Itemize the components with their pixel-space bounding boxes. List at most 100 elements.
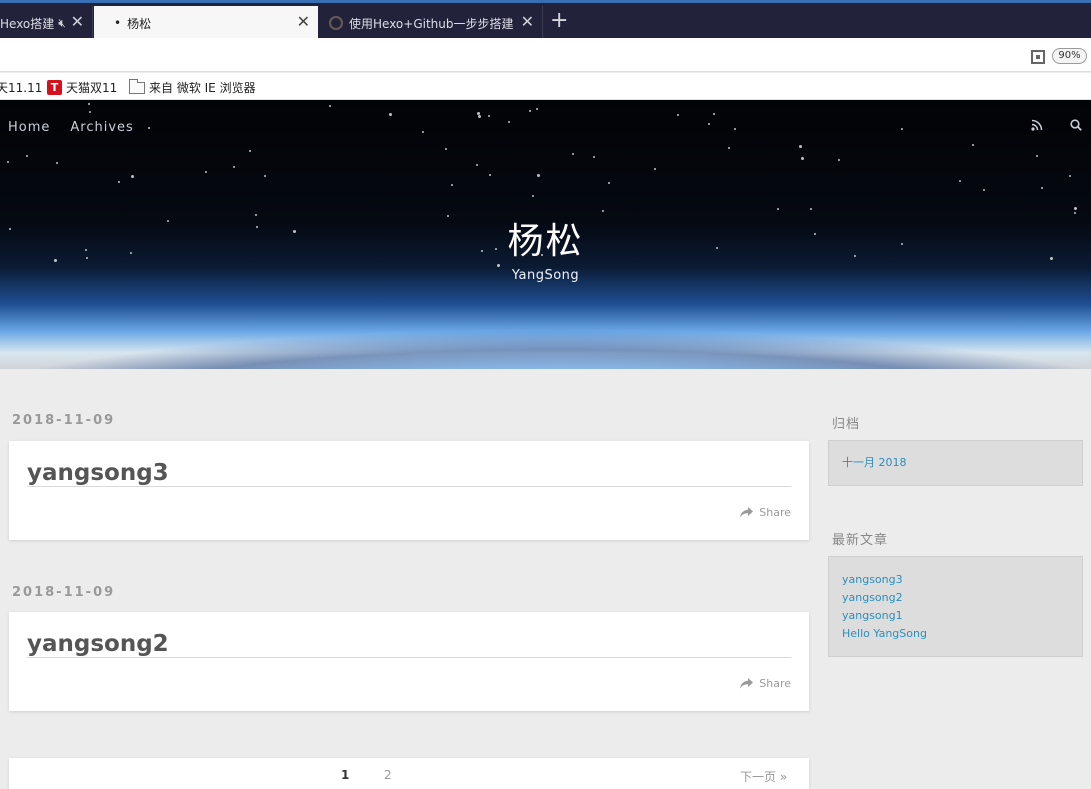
star bbox=[56, 162, 58, 164]
tab-label: 使用Hexo+Github一步步搭建 bbox=[349, 16, 514, 31]
bookmark-item-tmall[interactable]: T 天猫双11 bbox=[47, 79, 117, 96]
close-icon[interactable]: ✕ bbox=[521, 14, 534, 30]
share-button[interactable]: Share bbox=[740, 677, 791, 690]
page-number[interactable]: 2 bbox=[384, 768, 392, 782]
bookmarks-bar: 天11.11 T 天猫双11 来自 微软 IE 浏览器 bbox=[0, 73, 1091, 100]
star bbox=[205, 171, 207, 173]
star bbox=[148, 127, 150, 129]
star bbox=[7, 161, 9, 163]
bookmark-folder-ie[interactable]: 来自 微软 IE 浏览器 bbox=[129, 78, 256, 96]
star bbox=[118, 181, 120, 183]
site-subtitle: YangSong bbox=[511, 268, 580, 283]
star bbox=[26, 155, 28, 157]
star bbox=[608, 182, 610, 184]
star bbox=[422, 131, 424, 133]
share-icon bbox=[740, 507, 754, 518]
recent-post-link[interactable]: yangsong3 bbox=[842, 571, 1069, 589]
star bbox=[445, 148, 447, 150]
star bbox=[489, 174, 491, 176]
star bbox=[959, 180, 961, 182]
share-button[interactable]: Share bbox=[740, 506, 791, 519]
star bbox=[249, 150, 251, 152]
folder-icon bbox=[129, 78, 145, 94]
nav-archives[interactable]: Archives bbox=[70, 120, 133, 135]
next-page-link[interactable]: 下一页 » bbox=[740, 768, 787, 785]
post-card: yangsong3 Share bbox=[9, 441, 809, 540]
pagination: 1 2 下一页 » bbox=[9, 758, 809, 789]
bookmark-item[interactable]: 天11.11 bbox=[0, 79, 42, 96]
star bbox=[799, 145, 802, 148]
star bbox=[983, 189, 985, 191]
tab-yangsong[interactable]: • 杨松 ✕ bbox=[94, 6, 318, 40]
star bbox=[1036, 155, 1038, 157]
zoom-level[interactable]: 90% bbox=[1052, 48, 1087, 64]
star bbox=[972, 144, 974, 146]
divider bbox=[27, 486, 791, 487]
star bbox=[497, 264, 500, 267]
qr-code-icon[interactable] bbox=[1031, 50, 1045, 64]
bookmark-label: 来自 微软 IE 浏览器 bbox=[149, 81, 256, 95]
star bbox=[451, 184, 453, 186]
widget-title-archive: 归档 bbox=[832, 417, 861, 432]
recent-posts-widget: yangsong3 yangsong2 yangsong1 Hello Yang… bbox=[828, 556, 1083, 657]
site-banner: Home Archives 杨松 YangSong bbox=[0, 100, 1091, 369]
star bbox=[389, 113, 392, 116]
star bbox=[477, 112, 480, 115]
main-nav: Home Archives bbox=[8, 120, 134, 135]
tab-label: 杨松 bbox=[127, 16, 152, 31]
post-date[interactable]: 2018-11-09 bbox=[12, 413, 115, 428]
star bbox=[329, 105, 331, 107]
tab-hexo-github[interactable]: 使用Hexo+Github一步步搭建 ✕ bbox=[319, 6, 543, 40]
nav-home[interactable]: Home bbox=[8, 120, 50, 135]
star bbox=[89, 111, 91, 113]
star bbox=[901, 128, 903, 130]
share-label: Share bbox=[759, 506, 791, 519]
star bbox=[1074, 207, 1077, 210]
star bbox=[264, 175, 266, 177]
star bbox=[838, 159, 840, 161]
tab-hexo[interactable]: Hexo搭建 🔇︎ ✕ bbox=[0, 6, 93, 40]
new-tab-button[interactable]: + bbox=[550, 9, 568, 33]
star bbox=[708, 123, 710, 125]
star bbox=[529, 110, 531, 112]
star bbox=[1041, 187, 1043, 189]
post-card: yangsong2 Share bbox=[9, 612, 809, 711]
recent-post-link[interactable]: yangsong1 bbox=[842, 607, 1069, 625]
recent-post-link[interactable]: yangsong2 bbox=[842, 589, 1069, 607]
star bbox=[476, 164, 478, 166]
search-icon[interactable] bbox=[1070, 119, 1082, 131]
star bbox=[532, 195, 534, 197]
star bbox=[537, 174, 540, 177]
address-bar: 90% bbox=[0, 38, 1091, 72]
archive-link[interactable]: 十一月 2018 bbox=[842, 454, 1069, 472]
star bbox=[677, 114, 679, 116]
star bbox=[88, 103, 90, 105]
rss-icon[interactable] bbox=[1031, 119, 1043, 131]
star bbox=[233, 166, 235, 168]
post-title[interactable]: yangsong3 bbox=[27, 460, 169, 486]
tmall-icon: T bbox=[47, 80, 62, 95]
bookmark-label: 天11.11 bbox=[0, 81, 43, 95]
muted-speaker-icon[interactable]: 🔇︎ bbox=[58, 16, 66, 31]
bookmark-label: 天猫双11 bbox=[66, 81, 118, 95]
close-icon[interactable]: ✕ bbox=[71, 14, 84, 30]
page-number-current: 1 bbox=[341, 768, 350, 782]
star bbox=[488, 115, 490, 117]
star bbox=[508, 121, 510, 123]
site-title[interactable]: 杨松 bbox=[0, 212, 1091, 264]
star bbox=[1069, 175, 1071, 177]
tab-favicon-icon bbox=[329, 16, 343, 30]
browser-tab-bar: Hexo搭建 🔇︎ ✕ • 杨松 ✕ 使用Hexo+Github一步步搭建 ✕ … bbox=[0, 0, 1091, 40]
post-title[interactable]: yangsong2 bbox=[27, 631, 169, 657]
widget-title-recent: 最新文章 bbox=[832, 533, 889, 548]
recent-post-link[interactable]: Hello YangSong bbox=[842, 625, 1069, 643]
archive-widget: 十一月 2018 bbox=[828, 440, 1083, 486]
share-label: Share bbox=[759, 677, 791, 690]
star bbox=[131, 175, 134, 178]
post-date[interactable]: 2018-11-09 bbox=[12, 585, 115, 600]
star bbox=[801, 157, 804, 160]
close-icon[interactable]: ✕ bbox=[297, 14, 310, 30]
loading-dot-icon: • bbox=[114, 16, 122, 30]
tab-label: Hexo搭建 bbox=[0, 16, 55, 31]
star bbox=[728, 147, 730, 149]
